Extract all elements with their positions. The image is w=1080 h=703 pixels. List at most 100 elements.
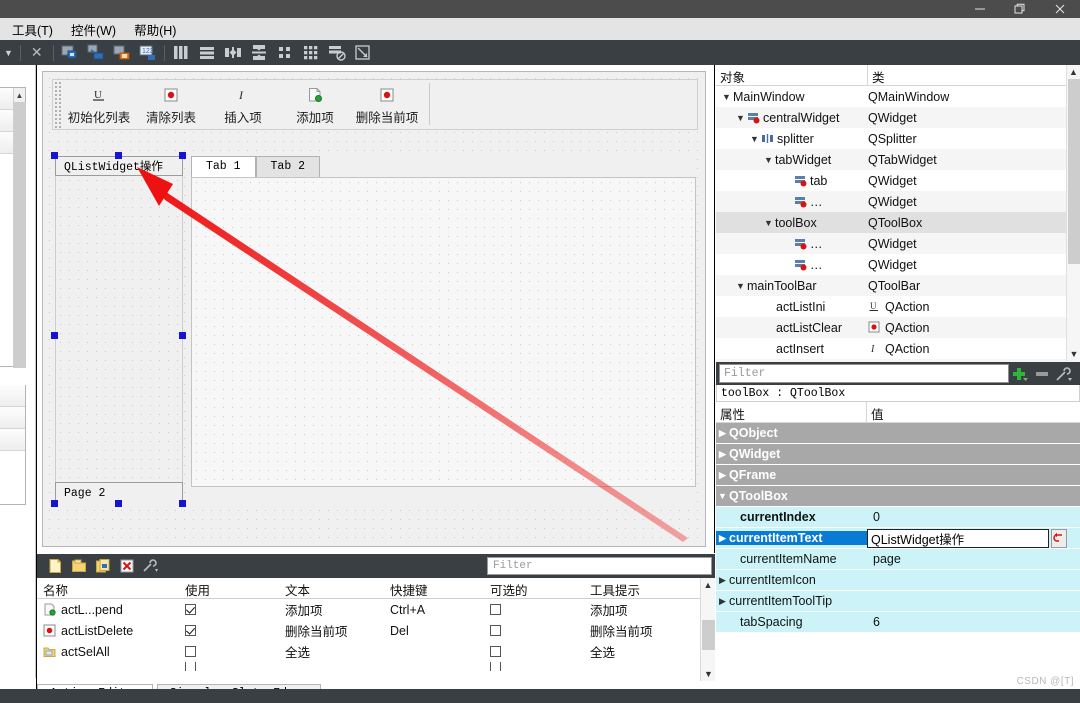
add-icon[interactable] (1009, 363, 1031, 385)
tree-item-tab[interactable]: tab QWidget (716, 170, 1080, 191)
chevron-right-icon[interactable]: ▶ (716, 470, 729, 481)
used-checkbox[interactable] (185, 646, 196, 657)
left-panel-box[interactable]: ▲ (0, 87, 26, 368)
action-list-clear[interactable]: 清除列表 (135, 80, 207, 129)
table-row[interactable]: actSelAll 全选 全选 (37, 641, 715, 662)
scroll-down-icon[interactable]: ▼ (1067, 347, 1080, 361)
delete-icon[interactable] (115, 555, 139, 577)
used-checkbox[interactable] (185, 604, 196, 615)
layout-vertical-icon[interactable] (196, 42, 218, 63)
tab-1[interactable]: Tab 1 (191, 156, 256, 178)
object-inspector[interactable]: 对象 类 ▼ MainWindow QMainWindow ▼ centralW… (716, 65, 1080, 367)
open-icon[interactable] (67, 555, 91, 577)
layout-horizontal-icon[interactable] (170, 42, 192, 63)
list-item[interactable] (0, 429, 25, 451)
tree-item-actinsert[interactable]: actInsert I QAction (716, 338, 1080, 359)
action-tooltip-cell[interactable]: 全选 (584, 642, 699, 661)
action-shortcut-cell[interactable]: Del (384, 624, 484, 638)
property-name-cell[interactable]: ▶ currentItemIcon (716, 573, 867, 587)
scroll-up-icon[interactable]: ▲ (14, 88, 25, 102)
tree-item-tabwidget[interactable]: ▼ tabWidget QTabWidget (716, 149, 1080, 170)
chevron-right-icon[interactable]: ▶ (716, 428, 729, 439)
scrollbar-thumb[interactable] (1068, 79, 1080, 264)
selection-handle[interactable] (51, 152, 58, 159)
action-name-cell[interactable]: actL...pend (37, 603, 179, 617)
property-group-qframe[interactable]: ▶ QFrame (716, 465, 1080, 486)
edit-buddies-icon[interactable] (111, 42, 133, 63)
tab-widget[interactable]: Tab 1 Tab 2 (191, 152, 696, 507)
action-used-cell[interactable] (179, 662, 279, 671)
action-name-cell[interactable]: actSelAll (37, 645, 179, 659)
list-item[interactable] (0, 385, 25, 407)
chevron-down-icon[interactable]: ▼ (2, 48, 17, 58)
selection-handle[interactable] (115, 500, 122, 507)
minimize-button[interactable] (960, 0, 1000, 18)
tree-item-mainwindow[interactable]: ▼ MainWindow QMainWindow (716, 86, 1080, 107)
table-row[interactable]: actL...pend 添加项 Ctrl+A 添加项 (37, 599, 715, 620)
chevron-right-icon[interactable]: ▶ (716, 575, 729, 586)
property-group-qwidget[interactable]: ▶ QWidget (716, 444, 1080, 465)
break-layout-icon[interactable] (326, 42, 348, 63)
selection-handle[interactable] (51, 500, 58, 507)
action-checkable-cell[interactable] (484, 604, 584, 615)
action-name-cell[interactable]: actListDelete (37, 624, 179, 638)
chevron-right-icon[interactable]: ▶ (716, 533, 729, 544)
action-text-cell[interactable]: 添加项 (279, 600, 384, 619)
property-value[interactable]: page (867, 552, 1080, 566)
action-tooltip-cell[interactable]: 添加项 (584, 600, 699, 619)
scrollbar-thumb[interactable] (14, 102, 26, 368)
property-row-tabspacing[interactable]: tabSpacing 6 (716, 612, 1080, 633)
menu-tools[interactable]: 工具(T) (6, 18, 65, 41)
action-checkable-cell[interactable] (484, 646, 584, 657)
chevron-right-icon[interactable]: ▶ (716, 596, 729, 607)
chevron-down-icon[interactable]: ▼ (762, 155, 775, 165)
scroll-up-icon[interactable]: ▲ (1067, 65, 1080, 79)
chevron-down-icon[interactable]: ▼ (734, 113, 747, 123)
tree-item-splitter[interactable]: ▼ splitter QSplitter (716, 128, 1080, 149)
action-used-cell[interactable] (179, 646, 279, 657)
restore-button[interactable] (1000, 0, 1040, 18)
form-editor-area[interactable]: U 初始化列表 清除列表 I 插入项 添加项 删除当前项 QListWidget… (37, 65, 715, 553)
toolbox-page1-header[interactable]: QListWidget操作 (55, 156, 183, 176)
new-action-icon[interactable] (43, 555, 67, 577)
close-icon[interactable]: ✕ (24, 44, 50, 61)
selection-handle[interactable] (179, 332, 186, 339)
layout-splitter-vertical-icon[interactable] (248, 42, 270, 63)
list-item[interactable] (0, 407, 25, 429)
tree-item-tab-2[interactable]: … QWidget (716, 191, 1080, 212)
tree-item-actlistclear[interactable]: actListClear QAction (716, 317, 1080, 338)
current-item-text-input[interactable] (867, 528, 1049, 548)
tree-item-actlistini[interactable]: actListIni U QAction (716, 296, 1080, 317)
toolbox-widget[interactable]: QListWidget操作 Page 2 (51, 152, 188, 512)
table-row[interactable]: actListDelete 删除当前项 Del 删除当前项 (37, 620, 715, 641)
action-insert[interactable]: I 插入项 (207, 80, 279, 129)
property-name-cell[interactable]: ▶ currentItemText (716, 531, 867, 545)
designed-main-toolbar[interactable]: U 初始化列表 清除列表 I 插入项 添加项 删除当前项 (52, 79, 698, 130)
action-text-cell[interactable]: 全选 (279, 642, 384, 661)
action-list-init[interactable]: U 初始化列表 (63, 80, 135, 129)
scroll-up-icon[interactable]: ▲ (701, 578, 715, 592)
checkable-checkbox[interactable] (490, 662, 501, 671)
adjust-size-icon[interactable] (352, 42, 374, 63)
property-row-currentitemtooltip[interactable]: ▶ currentItemToolTip (716, 591, 1080, 612)
chevron-down-icon[interactable]: ▼ (716, 491, 729, 501)
property-group-qobject[interactable]: ▶ QObject (716, 423, 1080, 444)
chevron-down-icon[interactable]: ▼ (748, 134, 761, 144)
action-used-cell[interactable] (179, 625, 279, 636)
tree-item-toolbox[interactable]: ▼ toolBox QToolBox (716, 212, 1080, 233)
checkable-checkbox[interactable] (490, 646, 501, 657)
action-used-cell[interactable] (179, 604, 279, 615)
property-row-currentitemicon[interactable]: ▶ currentItemIcon (716, 570, 1080, 591)
toolbar-grip[interactable] (54, 81, 61, 130)
edit-tab-order-icon[interactable]: 123 (137, 42, 159, 63)
copy-icon[interactable] (91, 555, 115, 577)
chevron-down-icon[interactable]: ▼ (734, 281, 747, 291)
used-checkbox[interactable] (185, 625, 196, 636)
left-panel-lower[interactable] (0, 385, 26, 505)
tree-item-centralwidget[interactable]: ▼ centralWidget QWidget (716, 107, 1080, 128)
property-row-currentitemname[interactable]: currentItemName page (716, 549, 1080, 570)
property-value-editor[interactable] (867, 528, 1080, 548)
selection-handle[interactable] (179, 500, 186, 507)
action-tooltip-cell[interactable]: 删除当前项 (584, 621, 699, 640)
tree-item-toolbox-page[interactable]: … QWidget (716, 233, 1080, 254)
